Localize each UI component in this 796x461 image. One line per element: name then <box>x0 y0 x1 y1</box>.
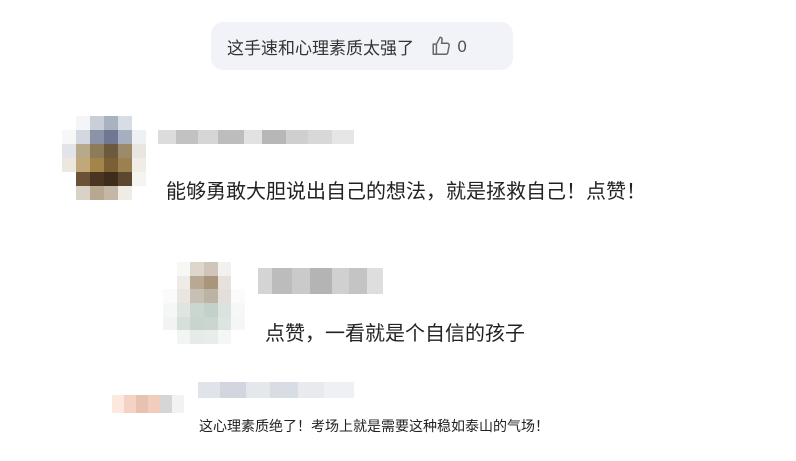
like-count: 0 <box>457 36 468 56</box>
like-button[interactable]: 0 <box>430 35 467 57</box>
username-blurred <box>258 268 383 294</box>
avatar[interactable] <box>62 116 146 200</box>
comment-text: 能够勇敢大胆说出自己的想法，就是拯救自己！点赞！ <box>166 179 646 203</box>
avatar[interactable] <box>163 262 245 344</box>
thumbs-up-icon <box>432 36 450 55</box>
reply-text: 这手速和心理素质太强了 <box>227 38 414 59</box>
avatar[interactable] <box>112 395 184 413</box>
username-blurred <box>198 382 354 398</box>
comment-text: 点赞，一看就是个自信的孩子 <box>265 321 525 345</box>
username-blurred <box>158 130 354 144</box>
reply-bubble: 这手速和心理素质太强了 0 <box>211 22 513 70</box>
comment-text: 这心理素质绝了！考场上就是需要这种稳如泰山的气场！ <box>199 419 549 435</box>
